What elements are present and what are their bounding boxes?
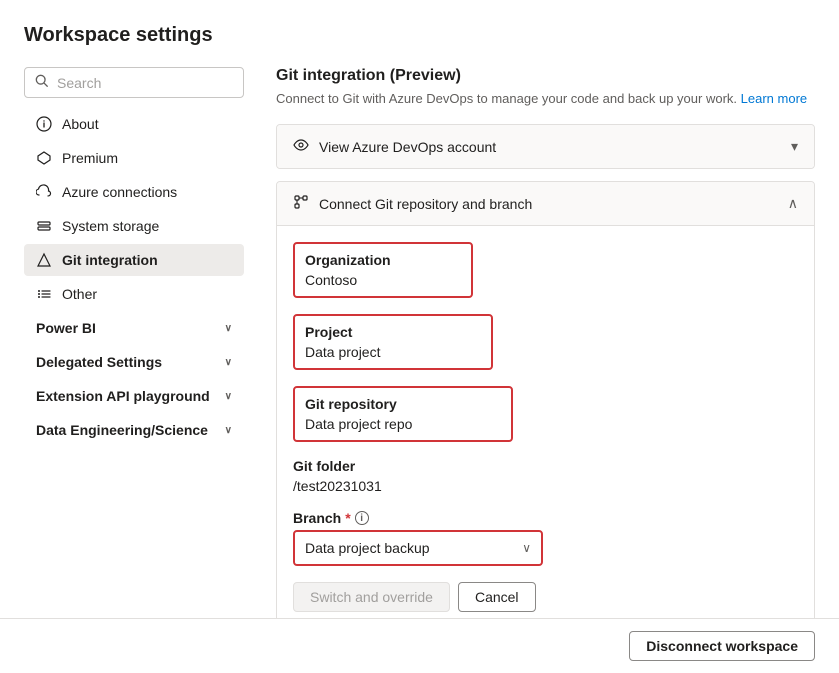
sidebar-item-git-label: Git integration	[62, 252, 158, 268]
sidebar-item-premium[interactable]: Premium	[24, 142, 244, 174]
project-value: Data project	[305, 344, 481, 360]
connect-git-accordion: Connect Git repository and branch ∧ Orga…	[276, 181, 815, 629]
sidebar-item-premium-label: Premium	[62, 150, 118, 166]
content-area: Git integration (Preview) Connect to Git…	[244, 67, 815, 673]
branch-label: Branch * i	[293, 510, 798, 526]
connect-git-chevron-icon: ∧	[788, 195, 798, 212]
info-circle-icon	[36, 116, 52, 132]
delegated-section-label: Delegated Settings	[36, 354, 162, 370]
sidebar: Search About	[24, 67, 244, 673]
sidebar-item-azure-connections[interactable]: Azure connections	[24, 176, 244, 208]
search-icon	[35, 74, 49, 91]
project-label: Project	[305, 324, 481, 340]
action-button-row: Switch and override Cancel	[293, 582, 798, 612]
branch-info-icon[interactable]: i	[355, 511, 369, 525]
organization-value: Contoso	[305, 272, 461, 288]
list-icon	[36, 286, 52, 302]
azure-devops-label: View Azure DevOps account	[319, 139, 496, 155]
power-bi-section-label: Power BI	[36, 320, 96, 336]
azure-devops-eye-icon	[293, 137, 309, 156]
sidebar-section-data-engineering[interactable]: Data Engineering/Science ∨	[24, 414, 244, 446]
data-engineering-section-label: Data Engineering/Science	[36, 422, 208, 438]
switch-override-button[interactable]: Switch and override	[293, 582, 450, 612]
git-folder-label: Git folder	[293, 458, 798, 474]
sidebar-section-delegated[interactable]: Delegated Settings ∨	[24, 346, 244, 378]
extension-api-section-label: Extension API playground	[36, 388, 210, 404]
sidebar-item-git-integration[interactable]: Git integration	[24, 244, 244, 276]
power-bi-chevron-icon: ∨	[225, 323, 232, 334]
cancel-button[interactable]: Cancel	[458, 582, 536, 612]
data-engineering-chevron-icon: ∨	[225, 425, 232, 436]
connect-git-body: Organization Contoso Project Data projec…	[277, 225, 814, 628]
sidebar-section-power-bi[interactable]: Power BI ∨	[24, 312, 244, 344]
learn-more-link[interactable]: Learn more	[741, 91, 807, 106]
sidebar-item-about[interactable]: About	[24, 108, 244, 140]
cloud-icon	[36, 184, 52, 200]
diamond-icon	[36, 150, 52, 166]
organization-field: Organization Contoso	[293, 242, 473, 298]
sidebar-item-about-label: About	[62, 116, 99, 132]
branch-field-group: Branch * i Data project backup ∨	[293, 510, 798, 566]
branch-select[interactable]: Data project backup ∨	[293, 530, 543, 566]
sidebar-section-extension-api[interactable]: Extension API playground ∨	[24, 380, 244, 412]
page-title: Workspace settings	[24, 24, 815, 47]
git-repository-field: Git repository Data project repo	[293, 386, 513, 442]
bottom-bar: Disconnect workspace	[0, 618, 839, 673]
disconnect-workspace-button[interactable]: Disconnect workspace	[629, 631, 815, 661]
extension-api-chevron-icon: ∨	[225, 391, 232, 402]
branch-value: Data project backup	[305, 540, 430, 556]
connect-git-header[interactable]: Connect Git repository and branch ∧	[277, 182, 814, 225]
sidebar-item-other[interactable]: Other	[24, 278, 244, 310]
project-field: Project Data project	[293, 314, 493, 370]
storage-icon	[36, 218, 52, 234]
git-repository-field-group: Git repository Data project repo	[293, 386, 798, 442]
sidebar-item-azure-label: Azure connections	[62, 184, 177, 200]
branch-dropdown-chevron-icon: ∨	[522, 541, 531, 555]
search-placeholder: Search	[57, 75, 101, 91]
sidebar-item-other-label: Other	[62, 286, 97, 302]
azure-devops-header[interactable]: View Azure DevOps account ▾	[277, 125, 814, 168]
git-folder-value: /test20231031	[293, 478, 798, 494]
required-indicator: *	[345, 510, 350, 526]
git-icon	[36, 252, 52, 268]
project-field-group: Project Data project	[293, 314, 798, 370]
connect-git-label: Connect Git repository and branch	[319, 196, 532, 212]
content-subtitle: Connect to Git with Azure DevOps to mana…	[276, 91, 815, 106]
git-branch-icon	[293, 194, 309, 213]
git-repository-value: Data project repo	[305, 416, 501, 432]
sidebar-item-system-storage[interactable]: System storage	[24, 210, 244, 242]
content-title: Git integration (Preview)	[276, 67, 815, 85]
search-box[interactable]: Search	[24, 67, 244, 98]
organization-label: Organization	[305, 252, 461, 268]
organization-field-group: Organization Contoso	[293, 242, 798, 298]
sidebar-item-storage-label: System storage	[62, 218, 159, 234]
git-repository-label: Git repository	[305, 396, 501, 412]
azure-devops-chevron-icon: ▾	[791, 138, 798, 155]
delegated-chevron-icon: ∨	[225, 357, 232, 368]
git-folder-field-group: Git folder /test20231031	[293, 458, 798, 494]
azure-devops-accordion: View Azure DevOps account ▾	[276, 124, 815, 169]
